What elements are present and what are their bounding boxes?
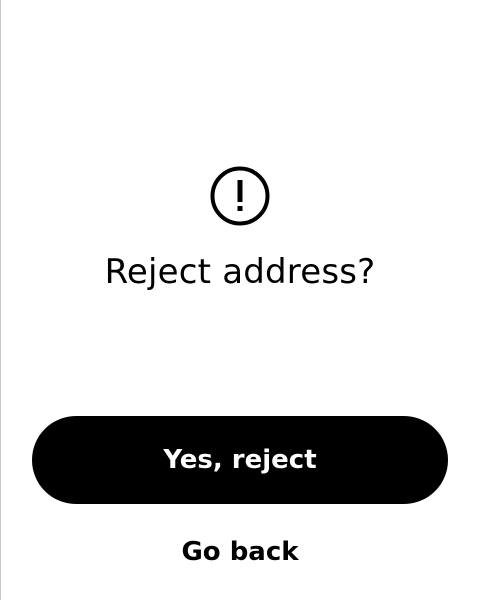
confirm-reject-button[interactable]: Yes, reject bbox=[32, 416, 448, 504]
exclamation-circle-icon bbox=[210, 166, 270, 226]
screen-edge-divider bbox=[0, 0, 1, 600]
go-back-button[interactable]: Go back bbox=[140, 530, 340, 574]
dialog-title: Reject address? bbox=[104, 252, 376, 292]
